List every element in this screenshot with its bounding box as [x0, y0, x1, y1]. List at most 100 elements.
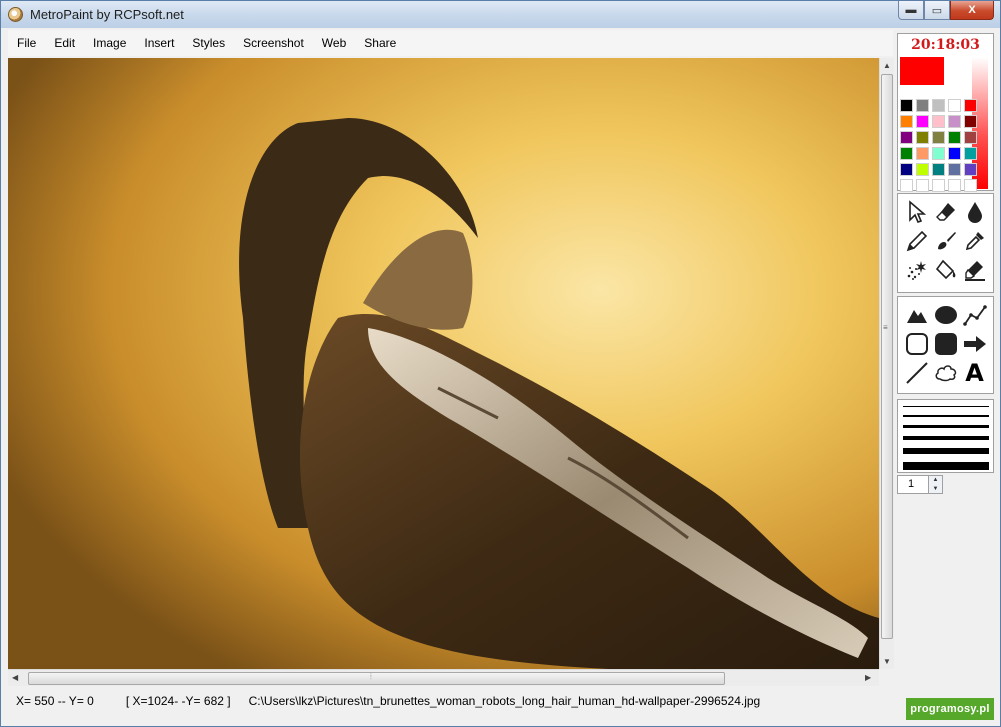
ellipse-icon[interactable] — [931, 300, 960, 329]
pencil-icon[interactable] — [902, 226, 931, 255]
line-width-value: 1 — [908, 478, 915, 490]
color-swatch[interactable] — [964, 99, 977, 112]
close-button[interactable]: X — [950, 1, 994, 20]
menu-image[interactable]: Image — [84, 30, 135, 56]
color-swatch[interactable] — [948, 131, 961, 144]
vertical-scroll-thumb[interactable] — [881, 74, 893, 639]
tools-panel: 20:18:03 A 1 ▲ ▼ — [897, 33, 998, 721]
spin-down-icon[interactable]: ▼ — [929, 484, 942, 493]
color-swatch[interactable] — [916, 131, 929, 144]
draw-tools-panel — [897, 193, 994, 293]
color-swatch[interactable] — [964, 131, 977, 144]
drawing-canvas[interactable] — [8, 58, 879, 669]
caption-buttons: ▬ ▭ X — [898, 1, 994, 21]
line-width-panel — [897, 399, 994, 473]
image-size: [ X=1024- -Y= 682 ] — [125, 694, 231, 708]
primary-color[interactable] — [900, 57, 944, 85]
title-bar[interactable]: MetroPaint by RCPsoft.net ▬ ▭ X — [1, 1, 1000, 28]
horizontal-scrollbar[interactable]: ◀ ⦙ ▶ — [8, 669, 879, 686]
grip-icon: ⦙ — [370, 672, 372, 681]
color-swatch[interactable] — [964, 147, 977, 160]
text-icon[interactable]: A — [960, 358, 989, 387]
polyline-icon[interactable] — [960, 300, 989, 329]
airbrush-icon[interactable] — [902, 255, 931, 284]
scroll-left-icon[interactable]: ◀ — [12, 673, 18, 682]
menu-styles[interactable]: Styles — [183, 30, 234, 56]
app-window: MetroPaint by RCPsoft.net ▬ ▭ X File Edi… — [0, 0, 1001, 727]
color-swatch[interactable] — [916, 99, 929, 112]
line-icon[interactable] — [902, 358, 931, 387]
fill-bucket-icon[interactable] — [931, 255, 960, 284]
color-swatch[interactable] — [964, 179, 977, 192]
color-swatch[interactable] — [916, 115, 929, 128]
line-width-option[interactable] — [903, 425, 989, 428]
maximize-button[interactable]: ▭ — [924, 1, 950, 20]
line-width-stepper[interactable]: 1 ▲ ▼ — [897, 475, 943, 494]
scroll-up-icon[interactable]: ▲ — [883, 61, 891, 70]
cloud-icon[interactable] — [931, 358, 960, 387]
color-swatch[interactable] — [916, 163, 929, 176]
color-swatch[interactable] — [948, 115, 961, 128]
color-swatch[interactable] — [900, 179, 913, 192]
window-title: MetroPaint by RCPsoft.net — [30, 7, 184, 22]
color-swatch[interactable] — [932, 115, 945, 128]
minimize-button[interactable]: ▬ — [898, 1, 924, 20]
status-bar: X= 550 -- Y= 0 [ X=1024- -Y= 682 ] C:\Us… — [8, 689, 893, 713]
menu-screenshot[interactable]: Screenshot — [234, 30, 313, 56]
color-swatch[interactable] — [964, 163, 977, 176]
pointer-icon[interactable] — [902, 197, 931, 226]
scroll-right-icon[interactable]: ▶ — [865, 673, 871, 682]
menu-file[interactable]: File — [8, 30, 45, 56]
color-swatch[interactable] — [900, 163, 913, 176]
filled-rect-icon[interactable] — [931, 329, 960, 358]
color-palette — [900, 99, 978, 193]
color-swatch[interactable] — [932, 147, 945, 160]
vertical-scrollbar[interactable]: ▲ ≡ ▼ — [879, 58, 894, 669]
color-panel: 20:18:03 — [897, 33, 994, 193]
menu-edit[interactable]: Edit — [45, 30, 84, 56]
scroll-down-icon[interactable]: ▼ — [883, 657, 891, 666]
file-path: C:\Users\lkz\Pictures\tn_brunettes_woman… — [248, 694, 761, 708]
color-swatch[interactable] — [900, 147, 913, 160]
secondary-color[interactable] — [942, 64, 970, 92]
color-swatch[interactable] — [948, 99, 961, 112]
triangle-icon[interactable] — [902, 300, 931, 329]
color-swatch[interactable] — [900, 131, 913, 144]
color-swatch[interactable] — [948, 147, 961, 160]
color-swatch[interactable] — [948, 179, 961, 192]
rounded-rect-icon[interactable] — [902, 329, 931, 358]
color-swatch[interactable] — [932, 99, 945, 112]
watermark-logo: programosy.pl — [906, 698, 994, 720]
menu-bar: File Edit Image Insert Styles Screenshot… — [8, 30, 893, 56]
horizontal-scroll-thumb[interactable] — [28, 672, 725, 685]
menu-insert[interactable]: Insert — [135, 30, 183, 56]
arrow-icon[interactable] — [960, 329, 989, 358]
color-swatch[interactable] — [900, 99, 913, 112]
drop-icon[interactable] — [960, 197, 989, 226]
menu-web[interactable]: Web — [313, 30, 355, 56]
color-swatch[interactable] — [932, 131, 945, 144]
brush-icon[interactable] — [931, 226, 960, 255]
spin-up-icon[interactable]: ▲ — [929, 476, 942, 485]
line-width-option[interactable] — [903, 415, 989, 417]
color-swatch[interactable] — [964, 115, 977, 128]
color-swatch[interactable] — [948, 163, 961, 176]
color-swatch[interactable] — [932, 179, 945, 192]
highlighter-icon[interactable] — [960, 255, 989, 284]
line-width-option[interactable] — [903, 448, 989, 454]
color-swatch[interactable] — [916, 179, 929, 192]
color-swatch[interactable] — [900, 115, 913, 128]
color-swatch[interactable] — [916, 147, 929, 160]
canvas-image — [8, 58, 879, 669]
cursor-position: X= 550 -- Y= 0 — [16, 694, 94, 708]
clock: 20:18:03 — [911, 37, 980, 53]
line-width-option[interactable] — [903, 462, 989, 470]
app-icon[interactable] — [8, 7, 23, 22]
eraser-icon[interactable] — [931, 197, 960, 226]
text-tool-label: A — [965, 358, 984, 387]
line-width-option[interactable] — [903, 436, 989, 440]
menu-share[interactable]: Share — [355, 30, 405, 56]
color-swatch[interactable] — [932, 163, 945, 176]
color-picker-icon[interactable] — [960, 226, 989, 255]
line-width-option[interactable] — [903, 406, 989, 407]
